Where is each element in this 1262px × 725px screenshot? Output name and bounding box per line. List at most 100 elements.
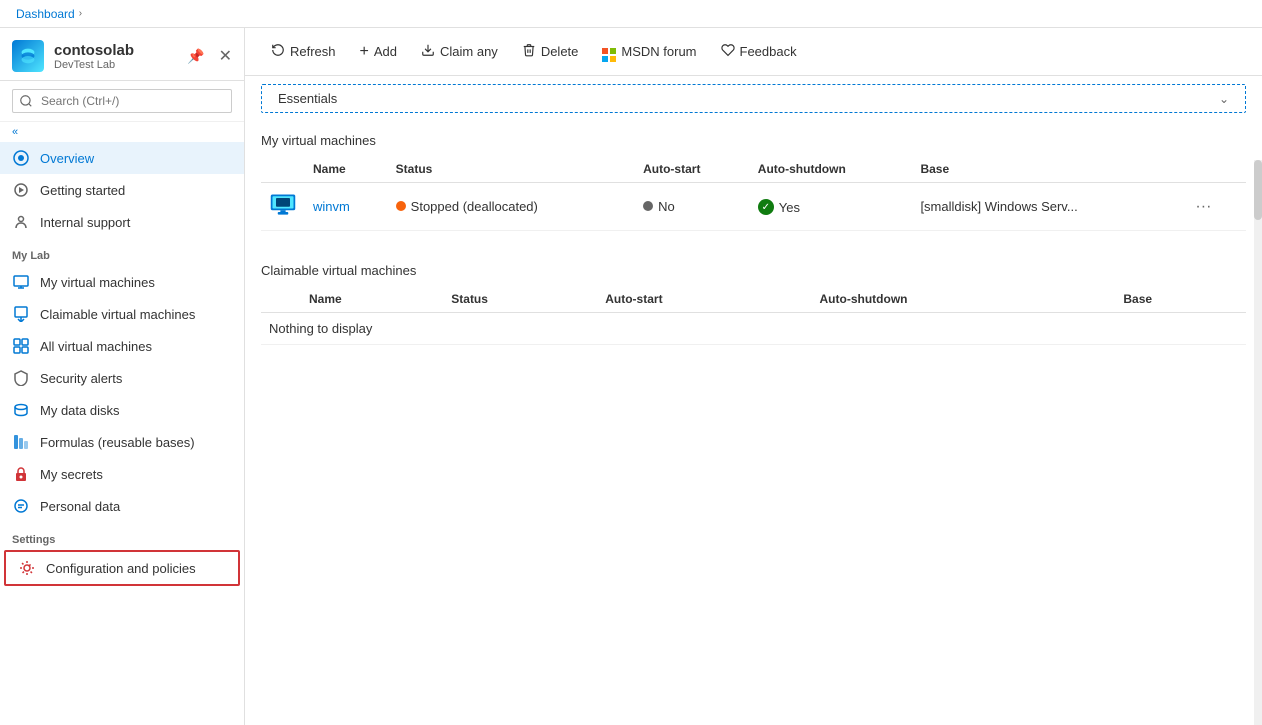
sidebar-item-internal-support[interactable]: Internal support	[0, 206, 244, 238]
sidebar-item-data-disks[interactable]: My data disks	[0, 394, 244, 426]
main-layout: contosolab DevTest Lab 📌 ✕ «	[0, 28, 1262, 725]
sidebar-item-overview-label: Overview	[40, 151, 94, 166]
double-chevron-icon: «	[12, 126, 18, 138]
settings-section-label: Settings	[0, 522, 244, 550]
app-name: contosolab	[54, 42, 134, 59]
close-icon[interactable]: ✕	[219, 46, 232, 66]
claimable-vms-section-title: Claimable virtual machines	[261, 263, 1246, 278]
feedback-label: Feedback	[740, 44, 797, 59]
vm-icon-col-header	[261, 156, 305, 183]
vm-icon-cell	[261, 183, 305, 231]
collapse-sidebar-btn[interactable]: «	[0, 122, 244, 142]
my-lab-section-label: My Lab	[0, 238, 244, 266]
col-autostart-header: Auto-start	[635, 156, 750, 183]
delete-icon	[522, 43, 536, 60]
col-autoshutdown-header: Auto-shutdown	[750, 156, 913, 183]
delete-button[interactable]: Delete	[512, 38, 589, 65]
vm-more-button[interactable]: ···	[1191, 196, 1215, 218]
sidebar-item-security-alerts-label: Security alerts	[40, 371, 122, 386]
autoshutdown-yes: ✓ Yes	[758, 199, 800, 215]
col-actions-header	[1183, 156, 1246, 183]
refresh-label: Refresh	[290, 44, 336, 59]
data-disks-icon	[12, 401, 30, 419]
sidebar-item-secrets[interactable]: My secrets	[0, 458, 244, 490]
claim-any-button[interactable]: Claim any	[411, 38, 508, 65]
claimable-vms-table: Name Status Auto-start Auto-shutdown Bas…	[261, 286, 1246, 345]
claimable-col-autostart-header: Auto-start	[597, 286, 811, 313]
add-label: Add	[374, 44, 397, 59]
claimable-icon-col-header	[261, 286, 301, 313]
sidebar-item-my-vms[interactable]: My virtual machines	[0, 266, 244, 298]
claimable-col-status-header: Status	[443, 286, 597, 313]
sidebar-title-block: contosolab DevTest Lab	[54, 42, 134, 71]
feedback-icon	[721, 43, 735, 60]
feedback-button[interactable]: Feedback	[711, 38, 807, 65]
sidebar-item-formulas[interactable]: Formulas (reusable bases)	[0, 426, 244, 458]
delete-label: Delete	[541, 44, 579, 59]
col-status-header: Status	[388, 156, 635, 183]
my-vms-section-title: My virtual machines	[261, 133, 1246, 148]
autostart-text: No	[658, 199, 675, 214]
my-vms-icon	[12, 273, 30, 291]
sidebar-item-security-alerts[interactable]: Security alerts	[0, 362, 244, 394]
my-vms-table: Name Status Auto-start Auto-shutdown Bas…	[261, 156, 1246, 231]
table-row: winvm Stopped (deallocated) No	[261, 183, 1246, 231]
autoshutdown-check-icon: ✓	[758, 199, 774, 215]
app-logo	[12, 40, 44, 72]
overview-icon	[12, 149, 30, 167]
sidebar-item-claimable-vms-label: Claimable virtual machines	[40, 307, 195, 322]
empty-row: Nothing to display	[261, 313, 1246, 345]
essentials-bar[interactable]: Essentials ⌄	[261, 84, 1246, 113]
sidebar-search-container	[0, 81, 244, 122]
sidebar-item-secrets-label: My secrets	[40, 467, 103, 482]
sidebar-item-data-disks-label: My data disks	[40, 403, 119, 418]
msdn-forum-button[interactable]: MSDN forum	[592, 36, 706, 67]
col-base-header: Base	[912, 156, 1183, 183]
claimable-vms-icon	[12, 305, 30, 323]
add-icon: +	[360, 43, 369, 61]
msdn-forum-icon	[602, 41, 616, 62]
internal-support-icon	[12, 213, 30, 231]
vm-autoshutdown-cell: ✓ Yes	[750, 183, 913, 231]
refresh-icon	[271, 43, 285, 60]
sidebar-item-overview[interactable]: Overview	[0, 142, 244, 174]
toolbar: Refresh + Add Claim any	[245, 28, 1262, 76]
stopped-dot-icon	[396, 201, 406, 211]
refresh-button[interactable]: Refresh	[261, 38, 346, 65]
search-input[interactable]	[12, 89, 232, 113]
sidebar: contosolab DevTest Lab 📌 ✕ «	[0, 28, 245, 725]
getting-started-icon	[12, 181, 30, 199]
sidebar-item-my-vms-label: My virtual machines	[40, 275, 155, 290]
sidebar-item-formulas-label: Formulas (reusable bases)	[40, 435, 195, 450]
sidebar-item-personal-data-label: Personal data	[40, 499, 120, 514]
vm-icon	[269, 191, 297, 219]
breadcrumb-dashboard[interactable]: Dashboard	[16, 7, 75, 21]
add-button[interactable]: + Add	[350, 38, 407, 66]
vm-status-cell: Stopped (deallocated)	[388, 183, 635, 231]
sidebar-item-personal-data[interactable]: Personal data	[0, 490, 244, 522]
security-alerts-icon	[12, 369, 30, 387]
sidebar-nav: Overview Getting started	[0, 142, 244, 725]
vm-more-actions-cell: ···	[1183, 183, 1246, 231]
sidebar-item-config-policies-label: Configuration and policies	[46, 561, 196, 576]
autostart-dot-icon	[643, 201, 653, 211]
content-scroll: My virtual machines Name Status Auto-sta…	[245, 113, 1262, 725]
app-subtitle: DevTest Lab	[54, 59, 134, 71]
sidebar-item-config-policies[interactable]: Configuration and policies	[4, 550, 240, 586]
sidebar-item-getting-started-label: Getting started	[40, 183, 125, 198]
vm-autostart-cell: No	[635, 183, 750, 231]
essentials-label: Essentials	[278, 91, 337, 106]
personal-data-icon	[12, 497, 30, 515]
pin-icon[interactable]: 📌	[187, 48, 204, 65]
all-vms-icon	[12, 337, 30, 355]
status-text: Stopped (deallocated)	[411, 199, 538, 214]
sidebar-header: contosolab DevTest Lab 📌 ✕	[0, 28, 244, 81]
empty-message: Nothing to display	[261, 313, 1246, 345]
essentials-chevron-icon: ⌄	[1219, 92, 1229, 106]
sidebar-item-claimable-vms[interactable]: Claimable virtual machines	[0, 298, 244, 330]
sidebar-item-getting-started[interactable]: Getting started	[0, 174, 244, 206]
vm-name-cell[interactable]: winvm	[305, 183, 388, 231]
sidebar-item-all-vms[interactable]: All virtual machines	[0, 330, 244, 362]
sidebar-item-all-vms-label: All virtual machines	[40, 339, 152, 354]
status-stopped: Stopped (deallocated)	[396, 199, 538, 214]
